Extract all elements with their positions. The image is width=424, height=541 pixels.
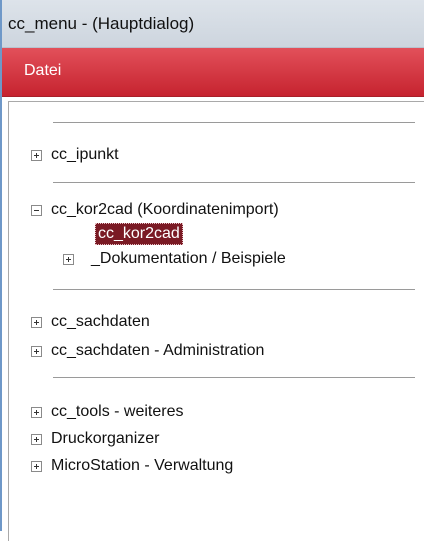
tree-item-cc-sachdaten-admin[interactable]: cc_sachdaten - Administration <box>9 340 419 362</box>
expand-plus-icon[interactable] <box>31 346 42 357</box>
tree-separator <box>53 122 415 123</box>
tree-item-microstation[interactable]: MicroStation - Verwaltung <box>9 455 419 477</box>
tree-item-label-selected[interactable]: cc_kor2cad <box>95 223 183 245</box>
tree-separator <box>53 289 415 290</box>
tree-item-cc-kor2cad[interactable]: cc_kor2cad (Koordinatenimport) <box>9 199 419 221</box>
tree-view[interactable]: cc_ipunkt cc_kor2cad (Koordinatenimport)… <box>8 101 424 541</box>
expand-plus-icon[interactable] <box>31 434 42 445</box>
menu-datei[interactable]: Datei <box>22 62 63 80</box>
tree-item-cc-kor2cad-child[interactable]: cc_kor2cad <box>9 223 419 245</box>
tree-item-label[interactable]: cc_kor2cad (Koordinatenimport) <box>51 199 279 221</box>
tree-item-label[interactable]: Druckorganizer <box>51 428 159 450</box>
expand-plus-icon[interactable] <box>63 254 74 265</box>
main-window: cc_menu - (Hauptdialog) Datei cc_ipunkt … <box>0 0 424 541</box>
title-bar[interactable]: cc_menu - (Hauptdialog) <box>2 0 424 48</box>
expand-plus-icon[interactable] <box>31 461 42 472</box>
collapse-minus-icon[interactable] <box>31 205 42 216</box>
tree-item-cc-tools[interactable]: cc_tools - weiteres <box>9 401 419 423</box>
tree-item-label[interactable]: cc_tools - weiteres <box>51 401 184 423</box>
expand-plus-icon[interactable] <box>31 407 42 418</box>
tree-item-label[interactable]: MicroStation - Verwaltung <box>51 455 233 477</box>
expand-plus-icon[interactable] <box>31 317 42 328</box>
tree-item-label[interactable]: cc_sachdaten <box>51 311 150 333</box>
tree-item-druckorganizer[interactable]: Druckorganizer <box>9 428 419 450</box>
tree-item-cc-ipunkt[interactable]: cc_ipunkt <box>9 144 419 166</box>
window-title: cc_menu - (Hauptdialog) <box>8 14 195 33</box>
expand-plus-icon[interactable] <box>31 150 42 161</box>
tree-panel: cc_ipunkt cc_kor2cad (Koordinatenimport)… <box>2 97 424 541</box>
tree-item-label[interactable]: _Dokumentation / Beispiele <box>91 248 286 270</box>
tree-separator <box>53 182 415 183</box>
tree-separator <box>53 377 415 378</box>
tree-item-label[interactable]: cc_sachdaten - Administration <box>51 340 264 362</box>
menu-bar: Datei <box>2 48 424 97</box>
tree-item-dokumentation[interactable]: _Dokumentation / Beispiele <box>9 248 419 270</box>
tree-item-cc-sachdaten[interactable]: cc_sachdaten <box>9 311 419 333</box>
tree-item-label[interactable]: cc_ipunkt <box>51 144 119 166</box>
